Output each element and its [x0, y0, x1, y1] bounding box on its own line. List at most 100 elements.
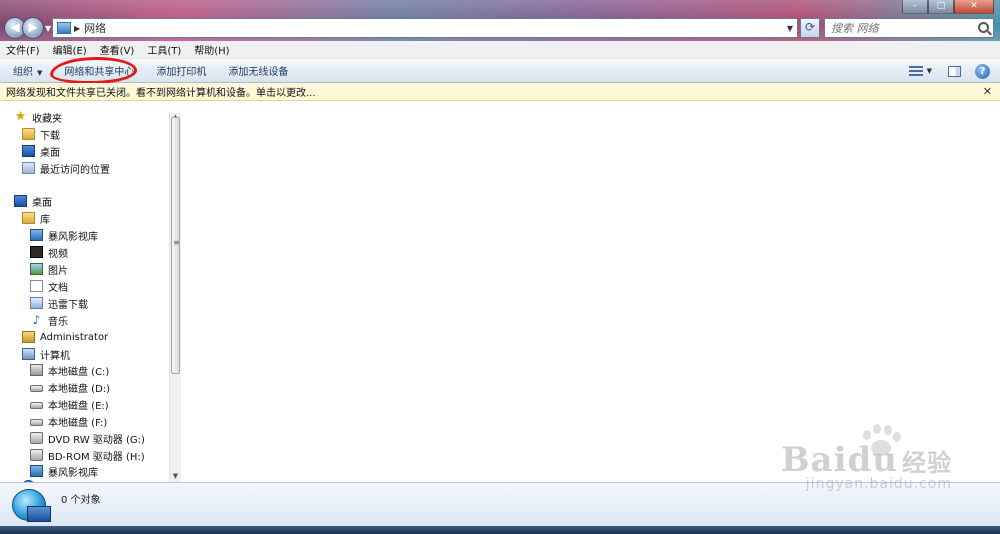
- optical-drive-icon: [30, 432, 43, 444]
- menu-edit[interactable]: 编辑(E): [53, 42, 87, 57]
- organize-label: 组织: [13, 67, 33, 78]
- breadcrumb-arrow-icon[interactable]: ▶: [74, 24, 80, 33]
- desktop-icon: [14, 195, 27, 207]
- search-input[interactable]: [831, 21, 971, 35]
- navigation-scrollbar[interactable]: ▲ ▼: [169, 113, 181, 482]
- nav-label: 图片: [48, 265, 68, 277]
- nav-drive-f[interactable]: 本地磁盘 (F:): [30, 413, 107, 429]
- nav-desktop[interactable]: 桌面: [14, 193, 52, 209]
- hard-drive-icon: [30, 402, 43, 409]
- user-folder-icon: [22, 331, 35, 343]
- network-sharing-center-button[interactable]: 网络和共享中心: [64, 63, 134, 78]
- nav-videos[interactable]: 视频: [30, 244, 68, 260]
- downloads-folder-icon: [22, 128, 35, 140]
- command-bar: 组织 ▼ 网络和共享中心 添加打印机 添加无线设备: [0, 59, 1000, 83]
- close-icon[interactable]: ✕: [983, 85, 992, 98]
- scroll-thumb[interactable]: [171, 117, 181, 374]
- nav-label: Administrator: [40, 331, 109, 343]
- item-count: 0 个对象: [61, 495, 101, 506]
- nav-favorites[interactable]: ★ 收藏夹: [14, 109, 62, 125]
- nav-computer-baofeng-library[interactable]: 暴风影视库: [30, 463, 98, 479]
- nav-bd-drive[interactable]: BD-ROM 驱动器 (H:): [30, 447, 145, 463]
- document-icon: [30, 280, 43, 292]
- nav-dvd-drive[interactable]: DVD RW 驱动器 (G:): [30, 430, 145, 446]
- desktop-icon: [22, 145, 35, 157]
- nav-label: 桌面: [32, 197, 52, 209]
- nav-baofeng-library[interactable]: 暴风影视库: [30, 227, 98, 243]
- nav-label: 最近访问的位置: [40, 164, 110, 176]
- minimize-button[interactable]: –: [902, 0, 928, 14]
- forward-button[interactable]: ▶: [22, 17, 44, 39]
- nav-libraries[interactable]: 库: [22, 210, 50, 226]
- file-list-area[interactable]: [182, 101, 1000, 482]
- arrow-right-icon: ▶: [28, 20, 38, 34]
- nav-label: 视频: [48, 248, 68, 260]
- star-icon: ★: [14, 109, 27, 124]
- nav-thunder-downloads[interactable]: 迅雷下载: [30, 295, 88, 311]
- add-wireless-device-button[interactable]: 添加无线设备: [228, 63, 288, 78]
- address-dropdown-icon[interactable]: ▼: [787, 24, 793, 33]
- nav-label: 暴风影视库: [48, 231, 98, 243]
- nav-downloads[interactable]: 下载: [22, 126, 60, 142]
- system-drive-icon: [30, 364, 43, 376]
- recent-places-icon: [22, 162, 35, 174]
- menu-view[interactable]: 查看(V): [100, 42, 135, 57]
- taskbar: [0, 526, 1000, 534]
- nav-label: 本地磁盘 (D:): [48, 383, 111, 395]
- nav-label: BD-ROM 驱动器 (H:): [48, 451, 145, 463]
- search-box[interactable]: [824, 18, 994, 38]
- search-icon[interactable]: [978, 22, 989, 33]
- arrow-left-icon: ◀: [10, 20, 20, 34]
- video-icon: [30, 246, 43, 258]
- nav-label: 暴风影视库: [48, 467, 98, 479]
- network-discovery-infobar[interactable]: 网络发现和文件共享已关闭。看不到网络计算机和设备。单击以更改... ✕: [0, 83, 1000, 101]
- nav-label: 收藏夹: [32, 113, 62, 125]
- nav-label: 迅雷下载: [48, 299, 88, 311]
- nav-documents[interactable]: 文档: [30, 278, 68, 294]
- picture-icon: [30, 263, 43, 275]
- add-printer-button[interactable]: 添加打印机: [156, 63, 206, 78]
- scroll-down-icon[interactable]: ▼: [170, 470, 181, 482]
- nav-music[interactable]: ♪ 音乐: [30, 312, 68, 328]
- nav-favorites-desktop[interactable]: 桌面: [22, 143, 60, 159]
- recent-pages-dropdown[interactable]: ▼: [45, 24, 51, 33]
- nav-administrator[interactable]: Administrator: [22, 329, 108, 345]
- address-bar[interactable]: ▶ 网络 ▼: [52, 18, 798, 38]
- infobar-message[interactable]: 网络发现和文件共享已关闭。看不到网络计算机和设备。单击以更改...: [6, 84, 316, 99]
- nav-label: 桌面: [40, 147, 60, 159]
- menu-tools[interactable]: 工具(T): [147, 42, 181, 57]
- nav-drive-d[interactable]: 本地磁盘 (D:): [30, 379, 110, 395]
- nav-recent-places[interactable]: 最近访问的位置: [22, 160, 110, 176]
- window-controls: – □ ✕: [902, 0, 994, 14]
- close-button[interactable]: ✕: [954, 0, 994, 14]
- download-library-icon: [30, 297, 43, 309]
- refresh-button[interactable]: ⟳: [800, 18, 820, 38]
- menu-help[interactable]: 帮助(H): [194, 42, 229, 57]
- help-icon[interactable]: ?: [975, 63, 990, 79]
- change-view-icon[interactable]: [908, 65, 923, 77]
- nav-label: 文档: [48, 282, 68, 294]
- nav-label: 计算机: [40, 350, 70, 362]
- command-bar-right: ▼ ?: [908, 59, 1000, 83]
- network-icon: [57, 22, 71, 34]
- music-note-icon: ♪: [32, 313, 41, 327]
- refresh-icon: ⟳: [804, 20, 816, 34]
- nav-label: 音乐: [48, 316, 68, 328]
- network-globe-icon: [12, 489, 51, 522]
- maximize-button[interactable]: □: [928, 0, 954, 14]
- preview-pane-icon[interactable]: [948, 65, 961, 77]
- nav-label: 本地磁盘 (C:): [48, 366, 110, 378]
- nav-label: 本地磁盘 (F:): [48, 417, 108, 429]
- view-options-dropdown[interactable]: ▼: [927, 67, 932, 75]
- nav-label: 下载: [40, 130, 60, 142]
- hard-drive-icon: [30, 419, 43, 426]
- address-path[interactable]: 网络: [84, 20, 106, 36]
- menu-file[interactable]: 文件(F): [6, 42, 40, 57]
- nav-computer[interactable]: 计算机: [22, 346, 70, 362]
- organize-button[interactable]: 组织 ▼: [13, 63, 42, 78]
- nav-drive-e[interactable]: 本地磁盘 (E:): [30, 396, 109, 412]
- nav-pictures[interactable]: 图片: [30, 261, 68, 277]
- navigation-pane: ★ 收藏夹 下载 桌面 最近访问的位置 桌面 库 暴风影视库 视频 图片 文档 …: [0, 101, 169, 482]
- nav-drive-c[interactable]: 本地磁盘 (C:): [30, 362, 109, 378]
- nav-label: 库: [40, 214, 50, 226]
